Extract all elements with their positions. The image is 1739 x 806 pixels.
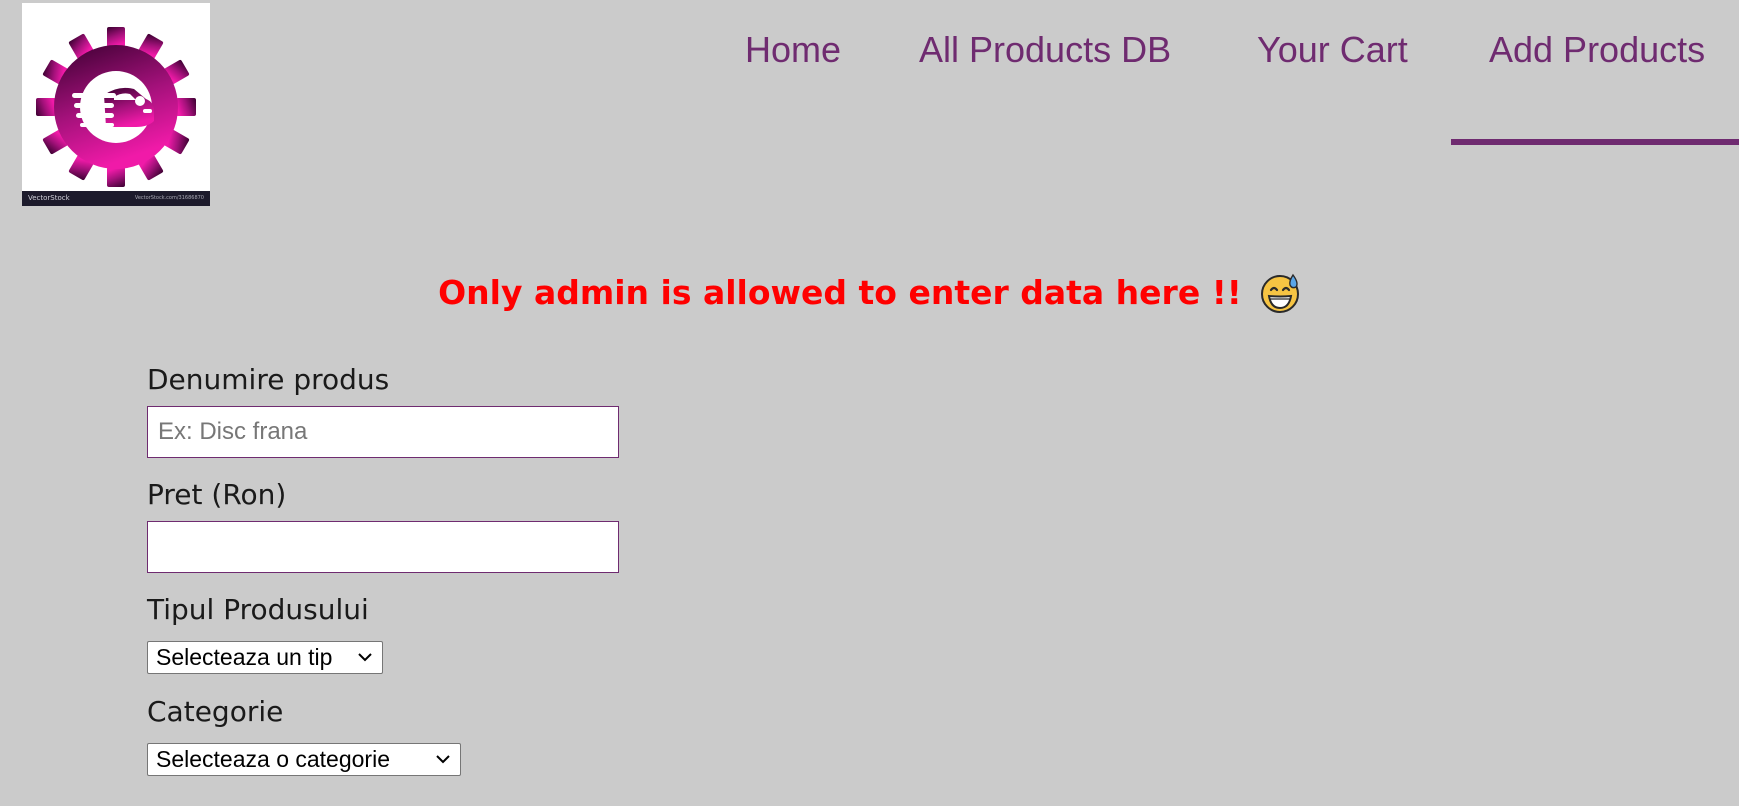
price-input[interactable]	[147, 521, 619, 573]
product-type-selected: Selecteaza un tip	[156, 644, 333, 670]
product-name-input[interactable]	[147, 406, 619, 458]
product-type-label: Tipul Produsului	[147, 593, 369, 626]
category-selected: Selecteaza o categorie	[156, 746, 390, 772]
logo-brand-left: VectorStock	[28, 194, 70, 202]
product-type-select[interactable]: Selecteaza un tip	[147, 641, 383, 674]
nav-active-underline	[1451, 139, 1739, 145]
main-nav: Home All Products DB Your Cart Add Produ…	[0, 26, 1739, 74]
nav-link-all-products-db[interactable]: All Products DB	[919, 26, 1171, 74]
chevron-down-icon	[436, 755, 450, 764]
logo-brand-right: VectorStock.com/31686870	[134, 195, 204, 201]
admin-warning: Only admin is allowed to enter data here…	[0, 268, 1739, 318]
price-label: Pret (Ron)	[147, 478, 287, 511]
add-product-form: Denumire produs Pret (Ron) Tipul Produsu…	[147, 360, 667, 794]
grinning-sweat-emoji-icon	[1260, 273, 1299, 313]
category-select[interactable]: Selecteaza o categorie	[147, 743, 461, 776]
admin-warning-text: Only admin is allowed to enter data here…	[438, 273, 1242, 312]
logo-watermark-bar: VectorStock VectorStock.com/31686870	[22, 191, 210, 206]
nav-link-add-products[interactable]: Add Products	[1489, 26, 1705, 74]
category-label: Categorie	[147, 695, 284, 728]
nav-link-your-cart[interactable]: Your Cart	[1257, 26, 1408, 74]
chevron-down-icon	[358, 653, 372, 662]
product-name-label: Denumire produs	[147, 363, 390, 396]
nav-link-home[interactable]: Home	[745, 26, 841, 74]
